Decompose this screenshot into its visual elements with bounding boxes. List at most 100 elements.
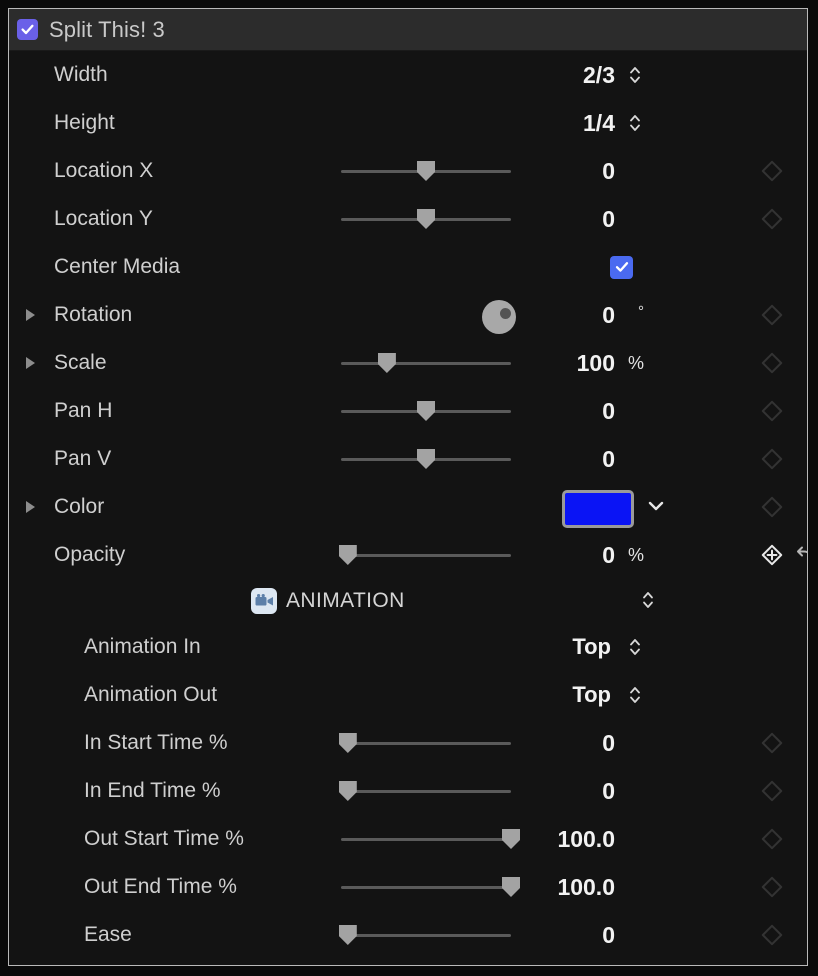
keyframe-diamond-icon[interactable]: [761, 496, 783, 518]
slider-ease[interactable]: [338, 922, 511, 948]
disclosure-triangle-icon[interactable]: [26, 309, 35, 321]
row-value[interactable]: 0: [602, 302, 615, 329]
row-opacity: Opacity 0%: [9, 531, 807, 579]
keyframe-diamond-icon[interactable]: [761, 448, 783, 470]
row-value[interactable]: 0: [602, 730, 615, 757]
keyframe-diamond-icon[interactable]: [761, 160, 783, 182]
row-label: Scale: [54, 351, 107, 374]
row-value[interactable]: 0: [602, 778, 615, 805]
row-value[interactable]: 0: [602, 542, 615, 569]
row-location-y: Location Y 0: [9, 195, 807, 243]
slider-thumb[interactable]: [417, 161, 435, 181]
row-out-end-time: Out End Time % 100.0: [9, 863, 807, 911]
reset-arrow-icon[interactable]: [795, 544, 807, 566]
row-pan-h: Pan H 0: [9, 387, 807, 435]
keyframe-diamond-icon[interactable]: [761, 352, 783, 374]
animation-preset-stepper[interactable]: [641, 588, 657, 614]
row-value[interactable]: Top: [572, 634, 611, 660]
row-color: Color: [9, 483, 807, 531]
disclosure-triangle-icon[interactable]: [26, 501, 35, 513]
checkbox-center-media[interactable]: [610, 255, 633, 279]
slider-opacity[interactable]: [338, 542, 511, 568]
slider-location-y[interactable]: [341, 206, 511, 232]
slider-location-x[interactable]: [341, 158, 511, 184]
row-value[interactable]: 100.0: [557, 826, 615, 853]
value-stepper-animation-out[interactable]: [628, 683, 642, 707]
row-label: Out Start Time %: [84, 827, 244, 850]
row-value[interactable]: 1/4: [583, 110, 615, 137]
slider-track: [341, 554, 511, 557]
row-value[interactable]: 2/3: [583, 62, 615, 89]
row-label: Center Media: [54, 255, 181, 278]
keyframe-diamond-icon[interactable]: [761, 924, 783, 946]
keyframe-diamond-icon[interactable]: [761, 828, 783, 850]
row-scale: Scale 100%: [9, 339, 807, 387]
row-value[interactable]: 0: [602, 158, 615, 185]
value-stepper-height[interactable]: [628, 111, 642, 135]
slider-thumb[interactable]: [338, 781, 357, 801]
slider-in-end-time[interactable]: [338, 778, 511, 804]
row-value[interactable]: 100.0: [557, 874, 615, 901]
parameter-list: Width 2/3 Height 1/4 Location X 0 Location Y 0 C…: [9, 51, 807, 959]
slider-out-end-time[interactable]: [341, 874, 520, 900]
row-value[interactable]: 0: [602, 398, 615, 425]
row-value[interactable]: 0: [602, 206, 615, 233]
keyframe-diamond-icon[interactable]: [761, 304, 783, 326]
slider-thumb[interactable]: [502, 829, 520, 849]
slider-thumb[interactable]: [417, 209, 435, 229]
slider-thumb[interactable]: [377, 353, 396, 373]
row-unit: °: [638, 303, 644, 320]
slider-thumb[interactable]: [417, 401, 435, 421]
row-label: Pan V: [54, 447, 112, 470]
keyframe-diamond-icon[interactable]: [761, 732, 783, 754]
disclosure-triangle-icon[interactable]: [26, 357, 35, 369]
row-label: In Start Time %: [84, 731, 228, 754]
slider-thumb[interactable]: [338, 545, 357, 565]
enable-effect-checkbox[interactable]: [17, 19, 38, 40]
color-swatch[interactable]: [562, 490, 634, 528]
animation-section-title: ANIMATION: [286, 589, 405, 612]
row-in-end-time: In End Time % 0: [9, 767, 807, 815]
row-label: Location X: [54, 159, 154, 182]
slider-in-start-time[interactable]: [338, 730, 511, 756]
rotation-dial[interactable]: [482, 300, 516, 334]
row-label: Color: [54, 495, 105, 518]
slider-out-start-time[interactable]: [341, 826, 520, 852]
panel-title: Split This! 3: [49, 16, 165, 42]
row-animation-out: Animation Out Top: [9, 671, 807, 719]
slider-track: [341, 838, 511, 841]
slider-pan-h[interactable]: [341, 398, 511, 424]
row-location-x: Location X 0: [9, 147, 807, 195]
slider-scale[interactable]: [341, 350, 511, 376]
row-height: Height 1/4: [9, 99, 807, 147]
row-label: Animation Out: [84, 683, 218, 706]
slider-track: [341, 886, 511, 889]
keyframe-diamond-icon[interactable]: [761, 544, 783, 566]
row-label: Animation In: [84, 635, 201, 658]
chevron-down-icon[interactable]: [647, 499, 665, 513]
keyframe-diamond-icon[interactable]: [761, 780, 783, 802]
slider-pan-v[interactable]: [341, 446, 511, 472]
row-value[interactable]: 0: [602, 446, 615, 473]
row-ease: Ease 0: [9, 911, 807, 959]
keyframe-diamond-icon[interactable]: [761, 208, 783, 230]
animation-section-header[interactable]: ANIMATION: [9, 579, 807, 623]
panel-header: Split This! 3: [9, 9, 807, 51]
value-stepper-width[interactable]: [628, 63, 642, 87]
slider-thumb[interactable]: [338, 925, 357, 945]
row-value[interactable]: 0: [602, 922, 615, 949]
row-label: Ease: [84, 923, 132, 946]
value-stepper-animation-in[interactable]: [628, 635, 642, 659]
keyframe-diamond-icon[interactable]: [761, 876, 783, 898]
row-animation-in: Animation In Top: [9, 623, 807, 671]
row-label: Height: [54, 111, 115, 134]
slider-thumb[interactable]: [417, 449, 435, 469]
row-pan-v: Pan V 0: [9, 435, 807, 483]
keyframe-diamond-icon[interactable]: [761, 400, 783, 422]
slider-thumb[interactable]: [502, 877, 520, 897]
row-value[interactable]: 100: [577, 350, 615, 377]
row-label: Width: [54, 63, 108, 86]
slider-thumb[interactable]: [338, 733, 357, 753]
dial-indicator-dot: [500, 308, 511, 319]
row-value[interactable]: Top: [572, 682, 611, 708]
